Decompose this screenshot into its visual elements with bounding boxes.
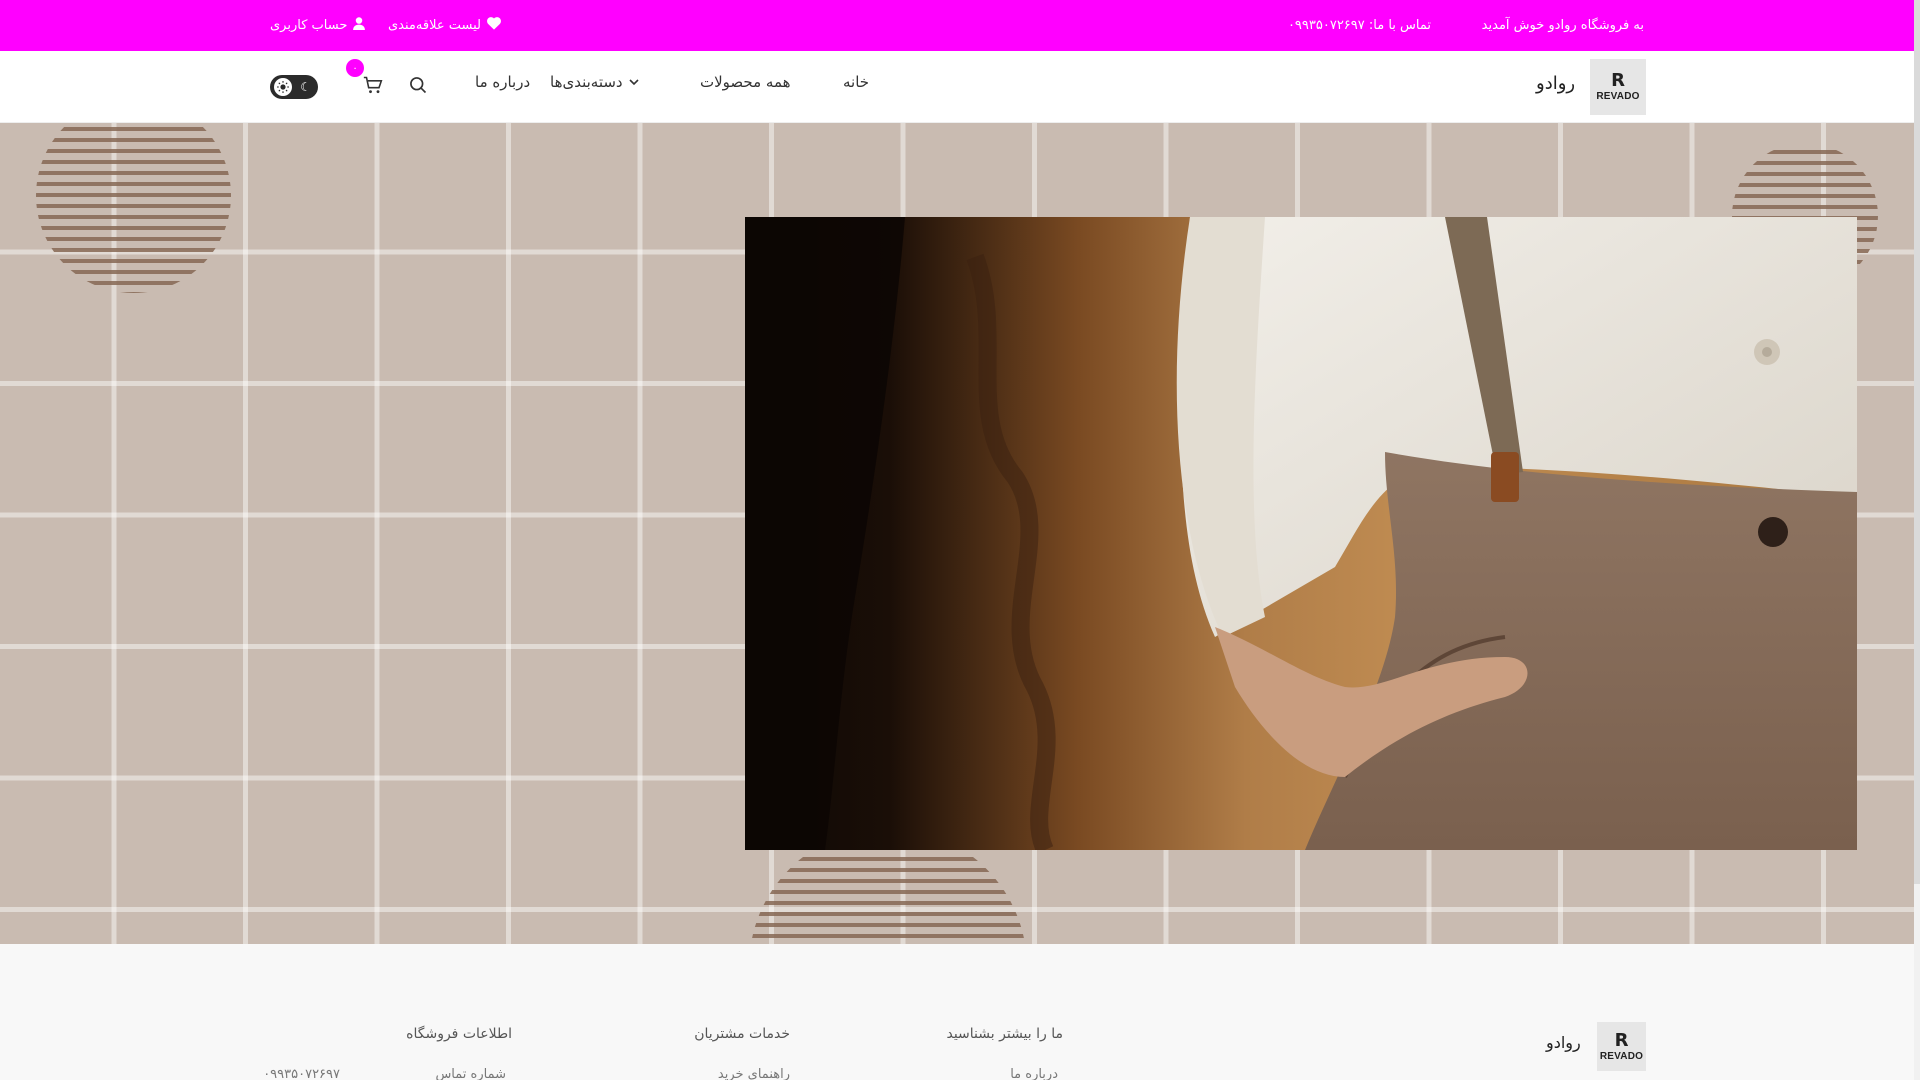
account-label: حساب کاربری	[270, 18, 348, 33]
chevron-down-icon	[629, 73, 639, 91]
footer-phone-number[interactable]: ۰۹۹۳۵۰۷۲۶۹۷	[263, 1067, 340, 1080]
hero-image	[745, 217, 1857, 850]
nav-all-products[interactable]: همه محصولات	[700, 51, 791, 113]
account-link[interactable]: حساب کاربری	[270, 0, 366, 51]
footer-logo-wordmark: REVADO	[1599, 1050, 1644, 1062]
wave-pattern-decoration	[36, 123, 231, 293]
wishlist-link[interactable]: لیست علاقه‌مندی	[388, 0, 501, 51]
search-icon	[408, 75, 428, 99]
search-button[interactable]	[406, 75, 430, 99]
footer-about-link[interactable]: درباره ما	[1010, 1067, 1058, 1080]
footer-phone-label: شماره تماس	[435, 1067, 506, 1080]
contact-phone[interactable]: تماس با ما: ۰۹۹۳۵۰۷۲۶۹۷	[1288, 0, 1431, 51]
nav-categories-label: دسته‌بندی‌ها	[550, 73, 623, 91]
cart-button[interactable]	[361, 75, 385, 99]
theme-toggle[interactable]: ☾	[270, 75, 318, 99]
footer-logo[interactable]: R REVADO	[1597, 1022, 1646, 1071]
logo-mark-icon: R	[1611, 70, 1625, 91]
welcome-text: به فروشگاه روادو خوش آمدید	[1481, 18, 1644, 33]
moon-icon: ☾	[300, 80, 311, 94]
sun-icon	[274, 78, 292, 96]
cart-count-badge: ۰	[346, 59, 364, 77]
footer-logo-mark-icon: R	[1614, 1029, 1629, 1051]
nav-home[interactable]: خانه	[843, 51, 869, 113]
nav-categories[interactable]: دسته‌بندی‌ها	[550, 51, 639, 113]
page-scrollbar[interactable]	[1914, 0, 1920, 1080]
footer-info-title: اطلاعات فروشگاه	[406, 1026, 512, 1042]
brand-name[interactable]: روادو	[1536, 73, 1575, 94]
cart-icon	[363, 75, 383, 99]
page: به فروشگاه روادو خوش آمدید تماس با ما: ۰…	[0, 0, 1920, 1080]
heart-icon	[487, 17, 501, 34]
footer-brand-name: روادو	[1546, 1033, 1581, 1052]
top-bar: به فروشگاه روادو خوش آمدید تماس با ما: ۰…	[0, 0, 1914, 51]
footer-about-title: ما را بیشتر بشناسید	[946, 1026, 1063, 1042]
footer-services-title: خدمات مشتریان	[694, 1026, 790, 1042]
site-footer: R REVADO روادو ما را بیشتر بشناسید دربار…	[0, 944, 1914, 1080]
user-icon	[353, 17, 366, 34]
site-logo[interactable]: R REVADO	[1590, 59, 1646, 115]
scrollbar-thumb[interactable]	[1914, 0, 1920, 884]
nav-about[interactable]: درباره ما	[475, 51, 530, 113]
wishlist-label: لیست علاقه‌مندی	[388, 18, 481, 33]
footer-buying-guide-link[interactable]: راهنمای خرید	[718, 1067, 790, 1080]
logo-wordmark: REVADO	[1596, 91, 1640, 102]
